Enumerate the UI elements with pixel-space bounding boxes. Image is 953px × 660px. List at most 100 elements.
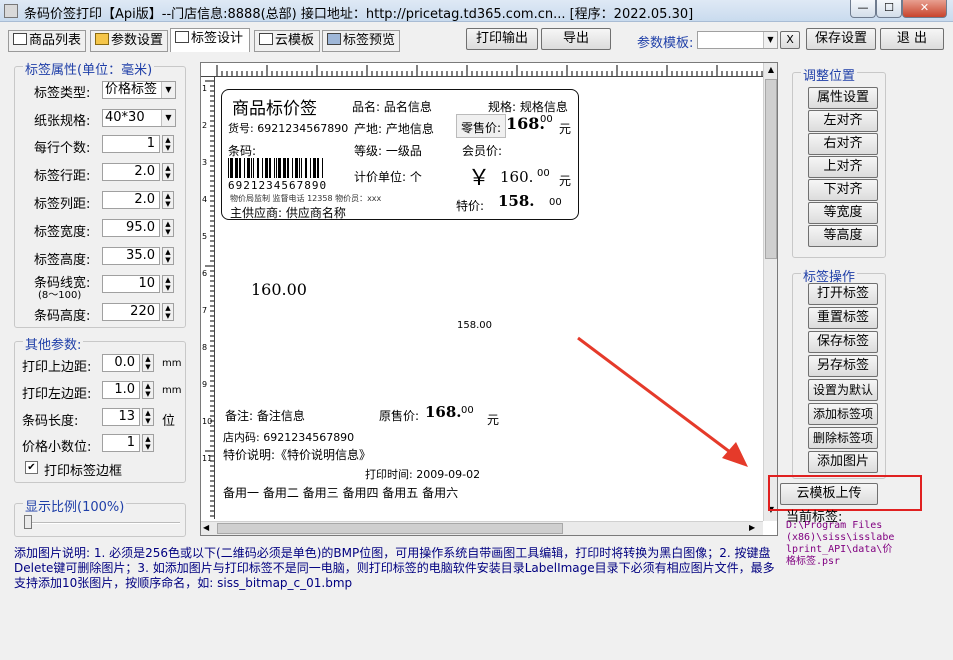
ruler-label: 2 (202, 121, 207, 130)
sku-field[interactable]: 货号: 6921234567890 (228, 120, 348, 136)
label-properties-title: 标签属性(单位：毫米) (23, 59, 155, 78)
cloud-template-upload-button[interactable]: 云模板上传 (780, 483, 878, 505)
decimal-spinner[interactable]: ▲ ▼ (142, 434, 154, 452)
print-output-button[interactable]: 打印输出 (466, 28, 538, 50)
save-settings-button[interactable]: 保存设置 (806, 28, 876, 50)
left-margin-input[interactable]: 1.0 (102, 381, 140, 399)
barcode-height-input[interactable]: 220 (102, 303, 160, 321)
price-label-card[interactable]: 商品标价签 品名: 品名信息 规格: 规格信息 货号: 692123456789… (221, 89, 579, 220)
name-field[interactable]: 品名: 品名信息 (352, 98, 432, 115)
scroll-up-icon[interactable]: ▲ (766, 65, 776, 77)
align-left-button[interactable]: 左对齐 (808, 110, 878, 132)
unit-value: 个 (409, 170, 422, 184)
save-as-label-button[interactable]: 另存标签 (808, 355, 878, 377)
tab-product-list[interactable]: 商品列表 (8, 30, 86, 52)
open-label-button[interactable]: 打开标签 (808, 283, 878, 305)
barcode-height-spinner[interactable]: ▲ ▼ (162, 303, 174, 321)
border-checkbox[interactable]: ✔ (25, 461, 38, 474)
vertical-scrollbar[interactable]: ▲ ▼ (763, 63, 777, 521)
width-label: 标签宽度: (34, 225, 91, 240)
size-select[interactable]: 40*30 ▼ (102, 109, 176, 127)
per-row-input[interactable]: 1 (102, 135, 160, 153)
align-right-button[interactable]: 右对齐 (808, 133, 878, 155)
reserve-fields[interactable]: 备用一 备用二 备用三 备用四 备用五 备用六 (223, 484, 458, 501)
chevron-down-icon: ▼ (161, 82, 175, 98)
col-gap-spinner[interactable]: ▲ ▼ (162, 191, 174, 209)
add-image-button[interactable]: 添加图片 (808, 451, 878, 473)
delete-label-item-button[interactable]: 删除标签项 (808, 427, 878, 449)
tab-cloud-template[interactable]: 云模板 (254, 30, 320, 52)
horizontal-scrollbar[interactable]: ◀ ▶ (201, 521, 763, 535)
origin-field[interactable]: 产地: 产地信息 (354, 120, 434, 137)
spec-field[interactable]: 规格: 规格信息 (488, 98, 568, 115)
book-icon (259, 33, 273, 45)
barcode-length-spinner[interactable]: ▲ ▼ (142, 408, 154, 426)
supplier-field[interactable]: 主供应商: 供应商名称 (230, 204, 346, 221)
special-description[interactable]: 特价说明:《特价说明信息》 (223, 446, 371, 463)
floating-price-2[interactable]: 158.00 (457, 320, 492, 331)
yen-price: 160. (500, 168, 534, 186)
decimal-input[interactable]: 1 (102, 434, 140, 452)
top-margin-spinner[interactable]: ▲ ▼ (142, 354, 154, 372)
title-bar: 条码价签打印【Api版】--门店信息:8888(总部) 接口地址：http://… (0, 0, 953, 22)
ruler-label: 11 (202, 454, 212, 463)
export-button[interactable]: 导出 (541, 28, 611, 50)
set-default-button[interactable]: 设置为默认 (808, 379, 878, 401)
floating-price-1[interactable]: 160.00 (251, 280, 307, 299)
zoom-slider-thumb[interactable] (24, 515, 32, 529)
tab-label-preview[interactable]: 标签预览 (322, 30, 400, 52)
unit-field[interactable]: 计价单位: 个 (354, 168, 422, 185)
store-code[interactable]: 店内码: 6921234567890 (223, 429, 354, 445)
per-row-spinner[interactable]: ▲ ▼ (162, 135, 174, 153)
per-row-label: 每行个数: (34, 141, 91, 156)
type-select[interactable]: 价格标签 ▼ (102, 81, 176, 99)
minimize-button[interactable]: — (850, 0, 876, 18)
remark-value: 备注信息 (256, 409, 305, 423)
width-spinner[interactable]: ▲ ▼ (162, 219, 174, 237)
line-width-spinner[interactable]: ▲ ▼ (162, 275, 174, 293)
reset-label-button[interactable]: 重置标签 (808, 307, 878, 329)
equal-width-button[interactable]: 等宽度 (808, 202, 878, 224)
horizontal-scroll-thumb[interactable] (217, 523, 563, 534)
clear-template-button[interactable]: X (780, 31, 800, 49)
zoom-slider-track[interactable] (26, 522, 180, 524)
left-margin-spinner[interactable]: ▲ ▼ (142, 381, 154, 399)
close-button[interactable]: ✕ (902, 0, 947, 18)
template-select[interactable]: ▼ (697, 31, 778, 49)
barcode-image[interactable] (228, 158, 338, 178)
top-margin-input[interactable]: 0.0 (102, 354, 140, 372)
line-width-input[interactable]: 10 (102, 275, 160, 293)
align-bottom-button[interactable]: 下对齐 (808, 179, 878, 201)
property-settings-button[interactable]: 属性设置 (808, 87, 878, 109)
height-input[interactable]: 35.0 (102, 247, 160, 265)
save-label-button[interactable]: 保存标签 (808, 331, 878, 353)
vertical-scroll-thumb[interactable] (765, 79, 777, 259)
scroll-right-icon[interactable]: ▶ (749, 523, 761, 532)
col-gap-input[interactable]: 2.0 (102, 191, 160, 209)
tab-label-design[interactable]: 标签设计 (170, 28, 250, 52)
width-input[interactable]: 95.0 (102, 219, 160, 237)
special-cents: 00 (549, 197, 562, 208)
exit-button[interactable]: 退 出 (880, 28, 944, 50)
remark-field[interactable]: 备注: 备注信息 (225, 407, 305, 424)
row-gap-input[interactable]: 2.0 (102, 163, 160, 181)
retail-price-label[interactable]: 零售价: (456, 114, 507, 138)
add-label-item-button[interactable]: 添加标签项 (808, 403, 878, 425)
barcode-length-input[interactable]: 13 (102, 408, 140, 426)
ruler-label: 4 (202, 195, 207, 204)
grade-field[interactable]: 等级: 一级品 (354, 142, 422, 159)
equal-height-button[interactable]: 等高度 (808, 225, 878, 247)
maximize-button[interactable]: ☐ (876, 0, 902, 18)
print-time[interactable]: 打印时间: 2009-09-02 (365, 466, 480, 482)
tab-param-settings[interactable]: 参数设置 (90, 30, 168, 52)
align-top-button[interactable]: 上对齐 (808, 156, 878, 178)
size-value: 40*30 (105, 110, 145, 125)
ruler-label: 3 (202, 158, 207, 167)
row-gap-label: 标签行距: (34, 169, 91, 184)
barcode-bar (269, 158, 271, 178)
row-gap-spinner[interactable]: ▲ ▼ (162, 163, 174, 181)
ruler-label: 10 (202, 417, 212, 426)
height-spinner[interactable]: ▲ ▼ (162, 247, 174, 265)
scroll-left-icon[interactable]: ◀ (203, 523, 215, 532)
barcode-bar (305, 158, 307, 178)
